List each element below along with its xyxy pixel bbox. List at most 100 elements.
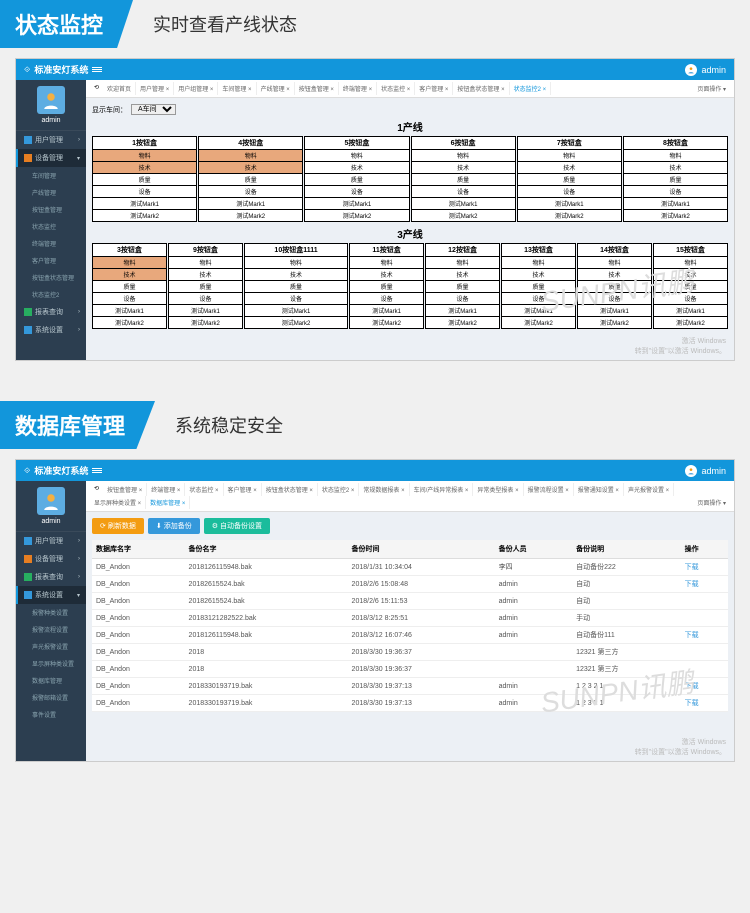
nav-user-mgmt[interactable]: 用户管理› — [16, 131, 86, 149]
nav-s2[interactable]: 报警流程设置 — [16, 621, 86, 638]
grid-cell[interactable]: 设备 — [654, 293, 727, 305]
nav-s7[interactable]: 事件设置 — [16, 706, 86, 723]
grid-cell[interactable]: 质量 — [199, 174, 302, 186]
avatar[interactable] — [685, 64, 697, 76]
auto-backup-button[interactable]: ⚙自动备份设置 — [204, 518, 270, 534]
tab[interactable]: 声光报警设置 × — [624, 483, 674, 496]
grid-cell[interactable]: 设备 — [412, 186, 515, 198]
nav-client[interactable]: 客户管理 — [16, 252, 86, 269]
grid-cell[interactable]: 测试Mark2 — [169, 317, 242, 328]
grid-cell[interactable]: 设备 — [518, 186, 621, 198]
grid-cell[interactable]: 物料 — [502, 257, 575, 269]
grid-cell[interactable]: 技术 — [518, 162, 621, 174]
download-link[interactable]: 下载 — [681, 576, 728, 593]
add-backup-button[interactable]: ⬇添加备份 — [148, 518, 200, 534]
grid-cell[interactable]: 设备 — [199, 186, 302, 198]
tab[interactable]: 异常类型报表 × — [473, 483, 523, 496]
tab-ops[interactable]: 页面操作 ▾ — [693, 496, 730, 509]
grid-cell[interactable]: 质量 — [654, 281, 727, 293]
grid-cell[interactable]: 测试Mark1 — [412, 198, 515, 210]
tab[interactable]: 状态监控 × — [185, 483, 223, 496]
grid-cell[interactable]: 设备 — [169, 293, 242, 305]
grid-cell[interactable]: 物料 — [578, 257, 651, 269]
nav-sys[interactable]: 系统设置▾ — [16, 586, 86, 604]
grid-cell[interactable]: 物料 — [169, 257, 242, 269]
nav-s5[interactable]: 数据库管理 — [16, 672, 86, 689]
grid-cell[interactable]: 测试Mark2 — [305, 210, 408, 221]
grid-cell[interactable]: 物料 — [426, 257, 499, 269]
tab-active[interactable]: 数据库管理 × — [146, 496, 190, 509]
grid-cell[interactable]: 设备 — [93, 293, 166, 305]
grid-cell[interactable]: 测试Mark2 — [518, 210, 621, 221]
nav-s4[interactable]: 显示屏种类设置 — [16, 655, 86, 672]
grid-cell[interactable]: 设备 — [245, 293, 347, 305]
refresh-button[interactable]: ⟳刷新数据 — [92, 518, 144, 534]
grid-cell[interactable]: 技术 — [426, 269, 499, 281]
grid-cell[interactable]: 测试Mark2 — [93, 210, 196, 221]
tab[interactable]: 产线管理 × — [257, 82, 295, 95]
grid-cell[interactable]: 技术 — [502, 269, 575, 281]
grid-cell[interactable]: 设备 — [93, 186, 196, 198]
tab-ops[interactable]: 页面操作 ▾ — [693, 82, 730, 95]
tab[interactable]: 车间管理 × — [218, 82, 256, 95]
grid-cell[interactable]: 测试Mark1 — [93, 305, 166, 317]
grid-cell[interactable]: 测试Mark1 — [199, 198, 302, 210]
tab[interactable]: 车间/产线异常报表 × — [410, 483, 474, 496]
download-link[interactable]: 下载 — [681, 627, 728, 644]
grid-cell[interactable]: 质量 — [305, 174, 408, 186]
grid-cell[interactable]: 技术 — [93, 162, 196, 174]
grid-cell[interactable]: 设备 — [578, 293, 651, 305]
tab-home-icon[interactable]: ⟲ — [90, 82, 103, 95]
grid-cell[interactable]: 技术 — [93, 269, 166, 281]
grid-cell[interactable]: 质量 — [93, 281, 166, 293]
menu-icon[interactable] — [92, 467, 102, 474]
tab[interactable]: 报警通知设置 × — [574, 483, 624, 496]
tab[interactable]: 用户管理 × — [136, 82, 174, 95]
tab[interactable]: 客户管理 × — [415, 82, 453, 95]
grid-cell[interactable]: 技术 — [199, 162, 302, 174]
tab[interactable]: 按钮盒状态管理 × — [453, 82, 509, 95]
nav-status2[interactable]: 状态监控2 — [16, 286, 86, 303]
nav-s6[interactable]: 报警邮箱设置 — [16, 689, 86, 706]
nav-remote[interactable]: 终端管理 — [16, 235, 86, 252]
grid-cell[interactable]: 设备 — [426, 293, 499, 305]
tab[interactable]: 显示屏种类设置 × — [90, 496, 146, 509]
grid-cell[interactable]: 技术 — [654, 269, 727, 281]
grid-cell[interactable]: 测试Mark1 — [245, 305, 347, 317]
nav-sys[interactable]: 系统设置› — [16, 321, 86, 339]
grid-cell[interactable]: 物料 — [93, 257, 166, 269]
grid-cell[interactable]: 质量 — [412, 174, 515, 186]
tab-active[interactable]: 状态监控2 × — [510, 82, 552, 95]
grid-cell[interactable]: 测试Mark1 — [426, 305, 499, 317]
grid-cell[interactable]: 设备 — [624, 186, 727, 198]
grid-cell[interactable]: 测试Mark1 — [624, 198, 727, 210]
tab[interactable]: 终端管理 × — [147, 483, 185, 496]
tab[interactable]: 状态监控2 × — [318, 483, 360, 496]
grid-cell[interactable]: 测试Mark2 — [412, 210, 515, 221]
nav-user-mgmt[interactable]: 用户管理› — [16, 532, 86, 550]
grid-cell[interactable]: 物料 — [654, 257, 727, 269]
grid-cell[interactable]: 质量 — [518, 174, 621, 186]
grid-cell[interactable]: 测试Mark2 — [578, 317, 651, 328]
grid-cell[interactable]: 质量 — [245, 281, 347, 293]
grid-cell[interactable]: 技术 — [305, 162, 408, 174]
grid-cell[interactable]: 技术 — [624, 162, 727, 174]
avatar[interactable] — [685, 465, 697, 477]
nav-s3[interactable]: 声光报警设置 — [16, 638, 86, 655]
grid-cell[interactable]: 测试Mark1 — [518, 198, 621, 210]
grid-cell[interactable]: 技术 — [578, 269, 651, 281]
grid-cell[interactable]: 质量 — [624, 174, 727, 186]
grid-cell[interactable]: 测试Mark1 — [350, 305, 423, 317]
grid-cell[interactable]: 质量 — [169, 281, 242, 293]
grid-cell[interactable]: 测试Mark2 — [502, 317, 575, 328]
download-link[interactable]: 下载 — [681, 678, 728, 695]
workshop-select[interactable]: A车间 — [131, 104, 176, 115]
nav-status[interactable]: 状态监控 — [16, 218, 86, 235]
grid-cell[interactable]: 质量 — [578, 281, 651, 293]
nav-s1[interactable]: 报警种类设置 — [16, 604, 86, 621]
nav-line[interactable]: 产线管理 — [16, 184, 86, 201]
grid-cell[interactable]: 物料 — [245, 257, 347, 269]
grid-cell[interactable]: 物料 — [412, 150, 515, 162]
grid-cell[interactable]: 测试Mark2 — [624, 210, 727, 221]
grid-cell[interactable]: 物料 — [518, 150, 621, 162]
